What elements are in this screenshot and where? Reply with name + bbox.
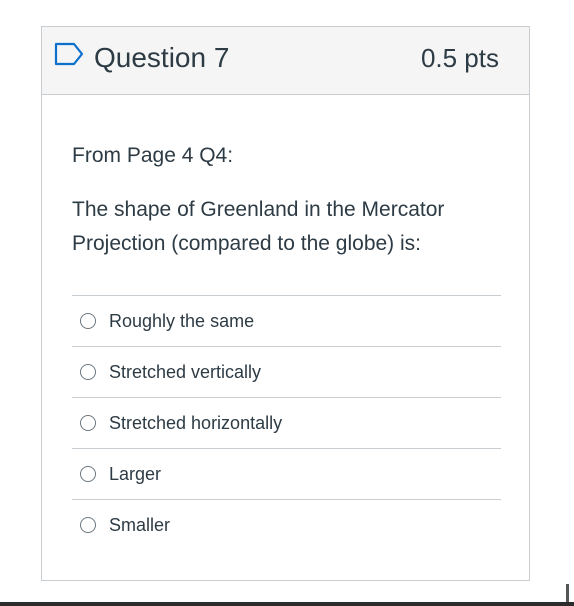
question-card: Question 7 0.5 pts From Page 4 Q4: The s… <box>41 26 530 581</box>
bookmark-flag-icon[interactable] <box>54 42 84 66</box>
question-body: From Page 4 Q4: The shape of Greenland i… <box>72 141 502 261</box>
radio-button[interactable] <box>80 466 96 482</box>
quiz-page: Question 7 0.5 pts From Page 4 Q4: The s… <box>0 0 574 606</box>
radio-button[interactable] <box>80 415 96 431</box>
answer-label[interactable]: Stretched vertically <box>109 359 261 385</box>
answer-label[interactable]: Roughly the same <box>109 308 254 334</box>
answer-option[interactable]: Stretched horizontally <box>72 398 501 449</box>
scrollbar-edge[interactable] <box>566 584 569 602</box>
answer-label[interactable]: Larger <box>109 461 161 487</box>
question-points: 0.5 pts <box>420 43 499 73</box>
window-bottom-border <box>0 602 574 606</box>
answer-option[interactable]: Roughly the same <box>72 296 501 347</box>
radio-button[interactable] <box>80 313 96 329</box>
question-header: Question 7 0.5 pts <box>42 27 529 95</box>
answer-option[interactable]: Smaller <box>72 500 501 551</box>
radio-button[interactable] <box>80 517 96 533</box>
radio-button[interactable] <box>80 364 96 380</box>
question-title: Question 7 <box>94 42 230 73</box>
answer-option[interactable]: Stretched vertically <box>72 347 501 398</box>
question-source: From Page 4 Q4: <box>72 144 234 167</box>
answer-list: Roughly the same Stretched vertically St… <box>72 295 501 551</box>
answer-option[interactable]: Larger <box>72 449 501 500</box>
question-text: The shape of Greenland in the Mercator P… <box>72 198 445 255</box>
answer-label[interactable]: Stretched horizontally <box>109 410 282 436</box>
answer-label[interactable]: Smaller <box>109 512 170 538</box>
